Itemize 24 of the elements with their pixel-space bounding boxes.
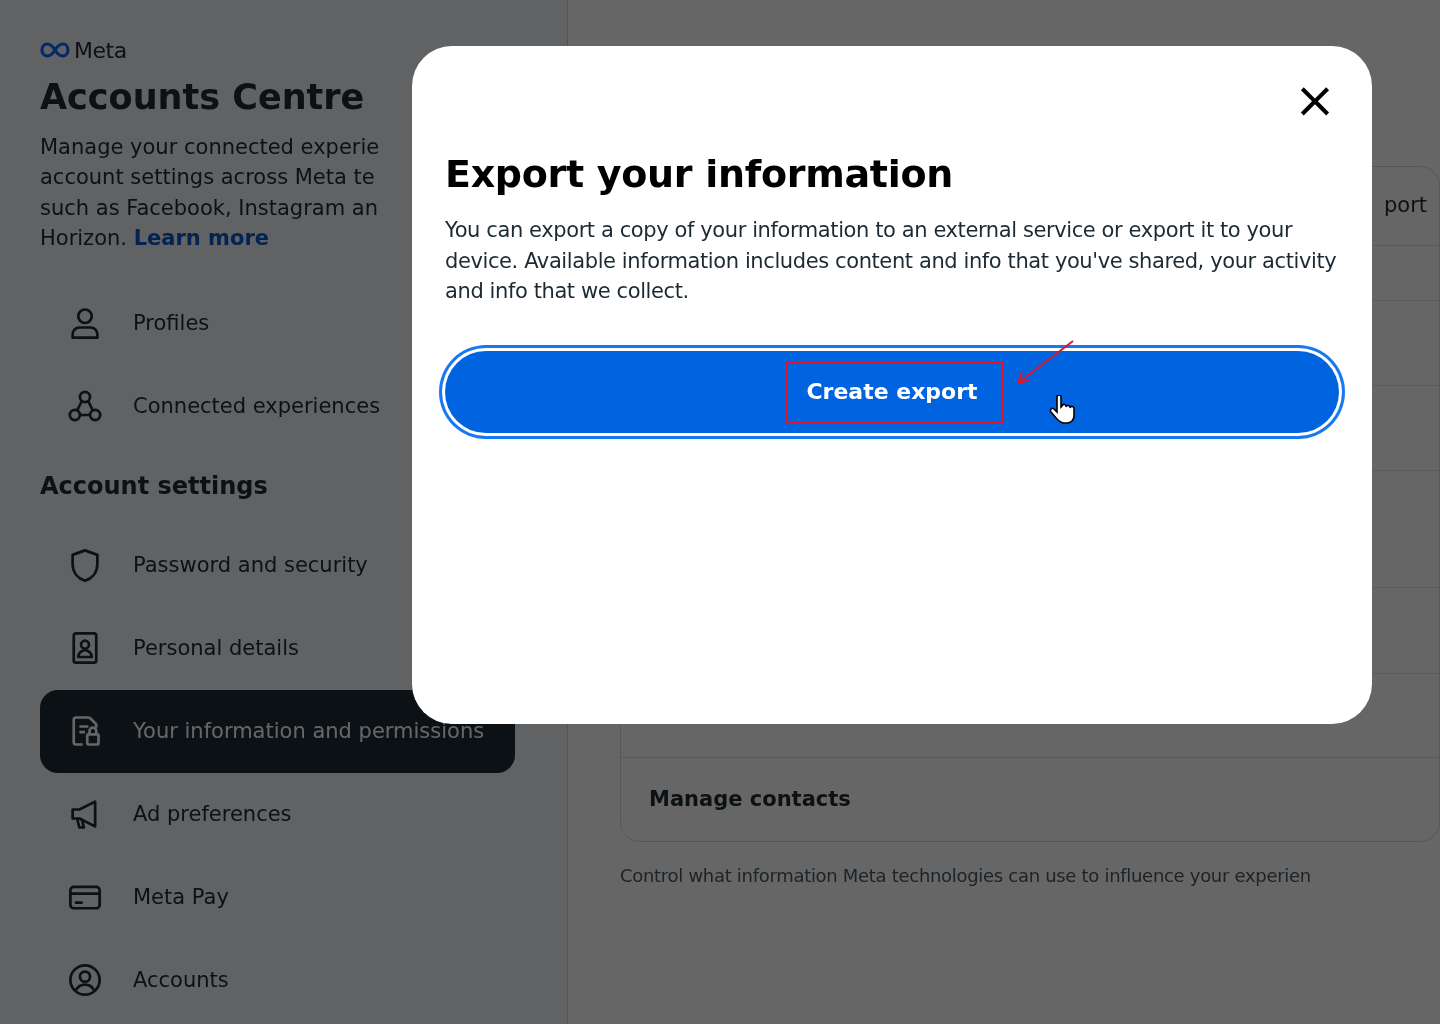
nav-item[interactable]: Personal details [40, 606, 515, 690]
nav-item[interactable]: Your information and permissions [40, 689, 515, 773]
learn-more-link[interactable]: Learn more [133, 226, 269, 251]
nav-item[interactable]: Password and security [40, 523, 515, 607]
nav-item[interactable]: Meta Pay [40, 855, 515, 939]
infinity-logo-icon [40, 42, 70, 58]
close-button[interactable]: × [1291, 76, 1339, 124]
nav-item[interactable]: Ad preferences [40, 772, 515, 856]
meta-wordmark: Meta [74, 36, 127, 65]
dialog-title: Export your information [445, 151, 954, 198]
annotation-arrow [1015, 338, 1075, 387]
section-heading: Account settings [40, 470, 269, 502]
page-title: Accounts Centre [40, 76, 366, 119]
nav-item[interactable]: Accounts [40, 938, 515, 1022]
manage-contacts-row[interactable]: Manage contacts [649, 783, 851, 816]
description-text: account settings across Meta te [40, 165, 375, 190]
row-label: port [1383, 192, 1428, 220]
hand-cursor-icon [1049, 394, 1075, 425]
description-text: such as Facebook, Instagram an [40, 195, 378, 220]
dialog-description: You can export a copy of your information to an external service or export it to your device. Available information includes content and info that you've shared, your activity and info that we collect. [445, 217, 1338, 305]
user-circle-icon [67, 962, 103, 999]
footnote-text: Control what information Meta technologies can use to influence your experien [620, 864, 1312, 888]
description-text: Manage your connected experie [40, 134, 380, 159]
description-text: Horizon. [40, 226, 127, 251]
